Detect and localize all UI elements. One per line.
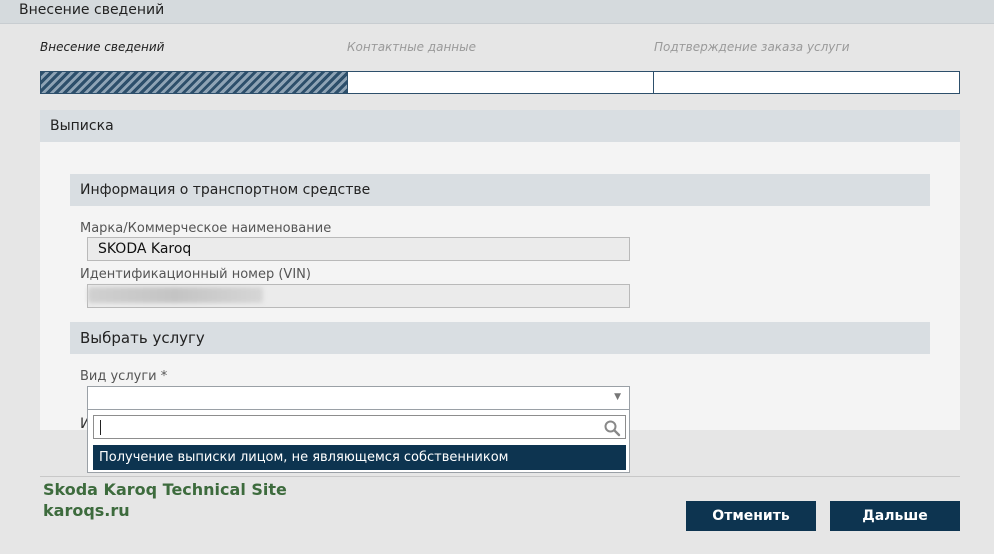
vin-label: Идентификационный номер (VIN) bbox=[80, 267, 311, 282]
vin-redacted-value bbox=[88, 287, 263, 303]
select-service-heading: Выбрать услугу bbox=[70, 322, 930, 354]
step-2-label: Контактные данные bbox=[347, 40, 477, 54]
text-caret bbox=[100, 420, 101, 435]
step-3-label: Подтверждение заказа услуги bbox=[654, 40, 850, 54]
brand-label: Марка/Коммерческое наименование bbox=[80, 221, 332, 236]
step-1-label: Внесение сведений bbox=[40, 40, 165, 54]
step-3-progress bbox=[653, 71, 960, 94]
brand-field: SKODA Karoq bbox=[87, 237, 630, 261]
next-button[interactable]: Дальше bbox=[830, 501, 960, 531]
cancel-button[interactable]: Отменить bbox=[686, 501, 816, 531]
dropdown-search-input[interactable] bbox=[93, 415, 626, 439]
footer-divider bbox=[40, 476, 960, 477]
step-2-progress bbox=[347, 71, 654, 94]
chevron-down-icon: ▼ bbox=[614, 392, 621, 402]
dropdown-option[interactable]: Получение выписки лицом, не являющемся с… bbox=[93, 445, 626, 470]
service-type-label: Вид услуги * bbox=[80, 369, 168, 384]
step-1-progress bbox=[40, 71, 348, 94]
window-title: Внесение сведений bbox=[19, 2, 165, 18]
watermark-title: Skoda Karoq Technical Site bbox=[43, 480, 287, 499]
vehicle-info-heading: Информация о транспортном средстве bbox=[70, 174, 930, 206]
search-icon bbox=[604, 420, 621, 437]
service-type-select[interactable]: ▼ bbox=[87, 386, 630, 410]
watermark-site: karoqs.ru bbox=[43, 501, 130, 520]
service-type-dropdown: Получение выписки лицом, не являющемся с… bbox=[87, 409, 630, 473]
statement-section-title: Выписка bbox=[40, 110, 960, 142]
window-titlebar: Внесение сведений bbox=[0, 0, 994, 24]
